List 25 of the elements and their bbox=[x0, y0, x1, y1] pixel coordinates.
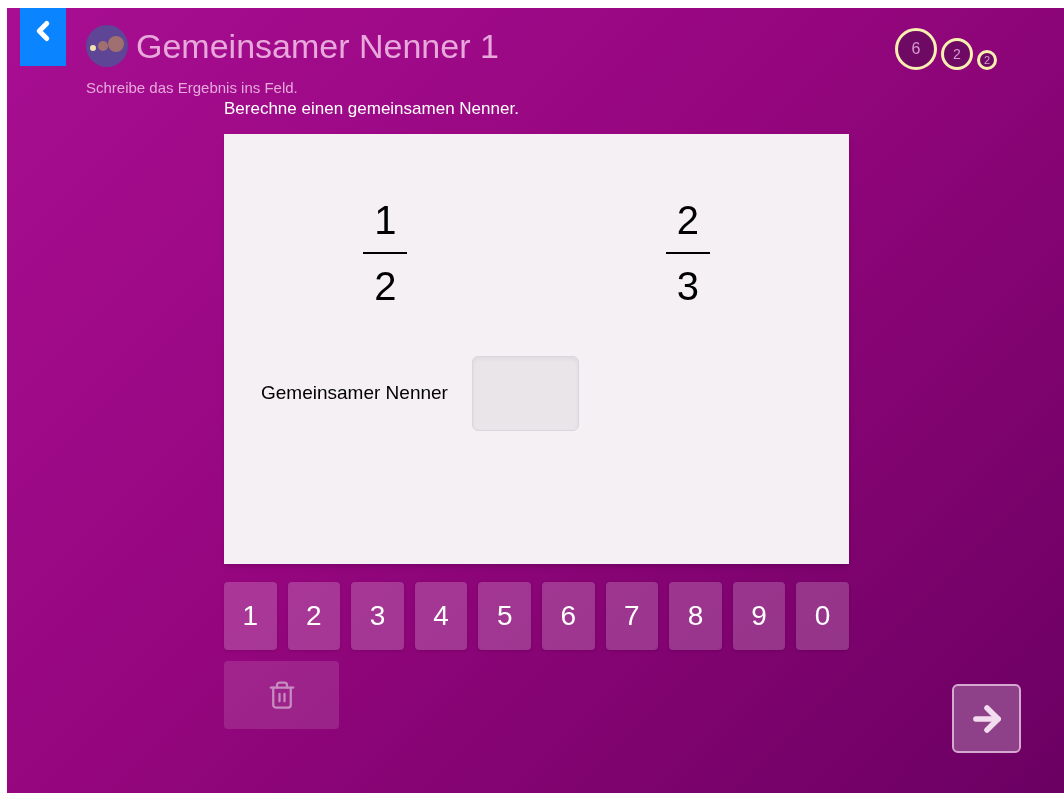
answer-field[interactable] bbox=[471, 356, 579, 431]
lesson-subtitle: Schreibe das Ergebnis ins Feld. bbox=[86, 78, 299, 98]
numerator: 1 bbox=[374, 200, 397, 240]
lesson-title: Gemeinsamer Nenner 1 bbox=[136, 29, 499, 63]
number-key[interactable]: 0 bbox=[796, 582, 849, 650]
back-button[interactable] bbox=[20, 8, 66, 66]
number-key[interactable]: 5 bbox=[478, 582, 531, 650]
score-counter: 2 bbox=[977, 50, 997, 70]
number-key[interactable]: 2 bbox=[287, 582, 341, 650]
number-key[interactable]: 3 bbox=[351, 582, 404, 650]
score-counter: 2 bbox=[941, 38, 973, 70]
numerator: 2 bbox=[676, 200, 699, 240]
number-key[interactable]: 1 bbox=[224, 582, 277, 650]
answer-label: Gemeinsamer Nenner bbox=[261, 381, 448, 406]
instruction-text: Berechne einen gemeinsamen Nenner. bbox=[224, 97, 520, 120]
denominator: 3 bbox=[676, 266, 699, 306]
number-key[interactable]: 8 bbox=[669, 582, 722, 650]
number-key[interactable]: 4 bbox=[414, 582, 468, 650]
number-key[interactable]: 6 bbox=[541, 582, 595, 650]
number-key[interactable]: 9 bbox=[732, 582, 786, 650]
logo-icon bbox=[86, 25, 128, 67]
score-counter: 6 bbox=[895, 28, 937, 70]
denominator: 2 bbox=[374, 266, 397, 306]
number-key[interactable]: 7 bbox=[605, 582, 659, 650]
next-button[interactable] bbox=[952, 684, 1021, 753]
